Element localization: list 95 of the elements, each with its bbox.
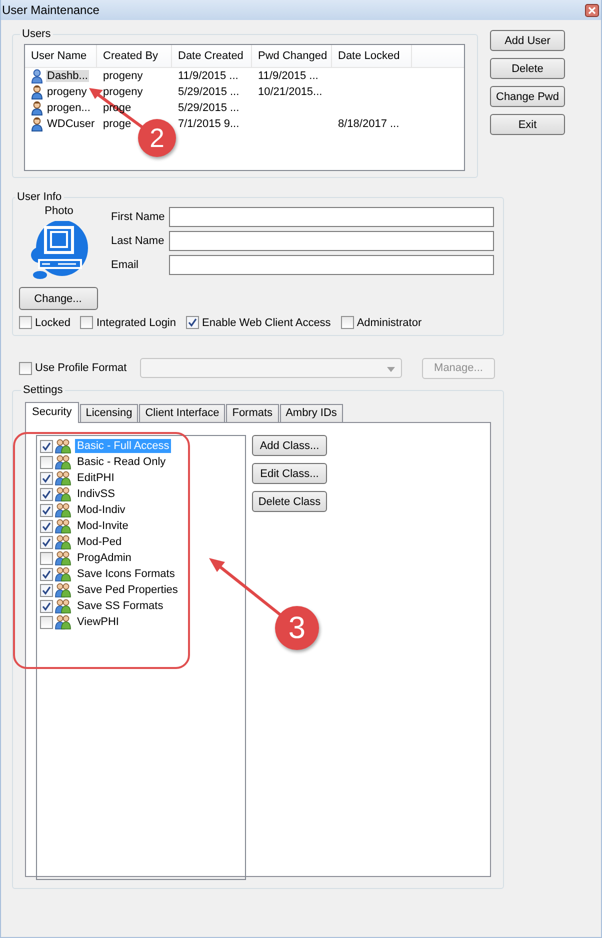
action-button[interactable]: Add User — [490, 30, 565, 51]
table-cell: 5/29/2015 ... — [178, 86, 240, 98]
column-header[interactable]: Created By — [97, 45, 172, 67]
field-label: Last Name — [111, 235, 166, 247]
input-field[interactable] — [169, 207, 494, 227]
class-name[interactable]: ViewPHI — [75, 615, 121, 629]
checkbox-label: Enable Web Client Access — [202, 316, 331, 328]
table-cell: 7/1/2015 9... — [178, 118, 240, 130]
class-name[interactable]: Basic - Read Only — [75, 455, 168, 469]
user-name[interactable]: progeny — [46, 86, 88, 98]
user-name[interactable]: WDCuser — [46, 118, 96, 130]
input-field[interactable] — [169, 231, 494, 251]
table-cell: 10/21/2015... — [258, 86, 322, 98]
user-group-icon — [55, 470, 71, 486]
close-icon[interactable] — [585, 4, 599, 16]
person-outline-icon — [31, 68, 43, 84]
tab[interactable]: Ambry IDs — [280, 404, 343, 422]
table-cell: 11/9/2015 ... — [178, 70, 238, 82]
dropdown-arrow-icon — [387, 367, 395, 372]
checkbox-label: Administrator — [356, 316, 422, 328]
action-button[interactable]: Exit — [490, 114, 565, 135]
action-button[interactable]: Change Pwd — [490, 86, 565, 107]
table-cell: 8/18/2017 ... — [338, 118, 400, 130]
column-header[interactable]: Date Locked — [332, 45, 412, 67]
tab[interactable]: Licensing — [80, 404, 138, 422]
checkbox[interactable] — [40, 552, 53, 564]
class-name[interactable]: Mod-Ped — [75, 535, 124, 549]
user-group-icon — [55, 518, 71, 534]
field-label: Email — [111, 259, 140, 271]
user-group-icon — [55, 534, 71, 550]
field-label: First Name — [111, 211, 166, 223]
user-group-icon — [55, 598, 71, 614]
user-group-icon — [55, 582, 71, 598]
class-name[interactable]: IndivSS — [75, 487, 117, 501]
tab[interactable]: Security — [25, 402, 79, 423]
checkbox[interactable] — [40, 504, 53, 516]
checkbox[interactable] — [340, 316, 354, 329]
checkbox-label: Integrated Login — [96, 316, 176, 328]
checkbox[interactable] — [40, 472, 53, 484]
user-group-icon — [55, 454, 71, 470]
user-group-icon — [55, 502, 71, 518]
user-group-icon — [55, 438, 71, 454]
class-name[interactable]: Mod-Indiv — [75, 503, 128, 517]
checkbox[interactable] — [186, 316, 199, 329]
user-group-icon — [55, 550, 71, 566]
action-button[interactable]: Delete — [490, 58, 565, 79]
table-cell: 5/29/2015 ... — [178, 102, 240, 114]
group-title: User Info — [16, 191, 63, 203]
column-header[interactable]: User Name — [25, 45, 97, 67]
user-group-icon — [55, 566, 71, 582]
class-name[interactable]: Mod-Invite — [75, 519, 130, 533]
tab[interactable]: Client Interface — [139, 404, 226, 422]
class-name[interactable]: Save SS Formats — [75, 599, 166, 613]
class-name[interactable]: EditPHI — [75, 471, 116, 485]
checkbox[interactable] — [40, 568, 53, 580]
checkbox[interactable] — [40, 488, 53, 500]
user-name[interactable]: Dashb... — [46, 70, 89, 82]
checkbox[interactable] — [40, 520, 53, 532]
table-cell: 11/9/2015 ... — [258, 70, 318, 82]
user-group-icon — [55, 614, 71, 630]
window-title: User Maintenance — [2, 3, 100, 17]
checkbox[interactable] — [40, 600, 53, 612]
table-cell: progeny — [103, 70, 143, 82]
user-icon — [31, 100, 43, 116]
column-header[interactable]: Date Created — [172, 45, 252, 67]
checkbox[interactable] — [19, 316, 32, 329]
group-title: Settings — [22, 384, 64, 396]
group-title: Users — [21, 28, 52, 40]
table-cell: proge — [103, 118, 132, 130]
change-photo-button[interactable]: Change... — [18, 287, 98, 310]
user-icon — [31, 116, 43, 132]
checkbox-label: Locked — [35, 316, 70, 328]
table-cell: progeny — [103, 86, 143, 98]
checkbox[interactable] — [40, 536, 53, 548]
checkbox[interactable] — [40, 584, 53, 596]
class-name[interactable]: Save Icons Formats — [75, 567, 177, 581]
class-button[interactable]: Delete Class — [252, 491, 327, 512]
computer-icon — [28, 221, 90, 281]
checkbox[interactable] — [40, 456, 53, 468]
checkbox[interactable] — [19, 362, 32, 374]
user-group-icon — [55, 486, 71, 502]
column-header[interactable]: Pwd Changed — [252, 45, 332, 67]
class-name[interactable]: ProgAdmin — [75, 551, 134, 565]
checkbox-label: Use Profile Format — [35, 362, 127, 374]
checkbox[interactable] — [40, 616, 53, 628]
checkbox[interactable] — [80, 316, 94, 329]
class-name[interactable]: Save Ped Properties — [75, 583, 180, 597]
user-icon — [31, 84, 43, 100]
user-name[interactable]: progen... — [46, 102, 92, 114]
input-field[interactable] — [169, 255, 494, 275]
class-button[interactable]: Edit Class... — [252, 463, 327, 484]
tab[interactable]: Formats — [226, 404, 279, 422]
checkbox[interactable] — [40, 440, 53, 452]
photo-label: Photo — [44, 205, 74, 217]
class-button[interactable]: Add Class... — [252, 435, 327, 456]
